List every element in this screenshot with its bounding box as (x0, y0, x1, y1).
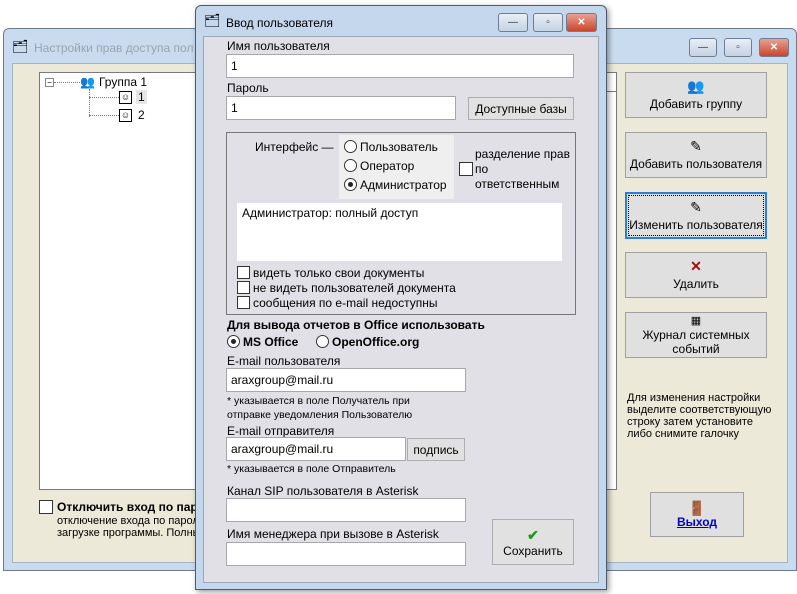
password-label: Пароль (227, 81, 269, 95)
radio-administrator[interactable]: Администратор (344, 178, 447, 192)
interface-label: Интерфейс — (255, 140, 334, 154)
disable-login-label: Отключить вход по паро (57, 500, 206, 514)
edit-user-button[interactable]: ✎ Изменить пользователя (625, 192, 767, 239)
manager-label: Имя менеджера при вызове в Asterisk (227, 527, 439, 541)
email-sender-note: * указывается в поле Отправитель (227, 463, 396, 475)
add-group-button[interactable]: 👥 Добавить группу (625, 72, 767, 118)
disable-login-desc: загрузке программы. Полны (57, 527, 201, 539)
email-user-input[interactable]: araxgroup@mail.ru (226, 368, 466, 392)
interface-group: Интерфейс — Пользователь Оператор Админи… (226, 132, 576, 315)
user-icon: ☺ (119, 90, 132, 104)
user-icon: ☺ (119, 108, 132, 122)
group-icon: 👥 (687, 78, 705, 94)
user-input-dialog: 🗂 Ввод пользователя — ▫ ✕ Имя пользовате… (195, 5, 607, 590)
disable-login-desc: отключение входа по паролк (57, 515, 204, 527)
split-rights-checkbox[interactable] (459, 162, 473, 176)
check-email-unavailable[interactable]: сообщения по e-mail недоступны (237, 296, 438, 310)
close-button[interactable]: ✕ (566, 13, 597, 32)
user-edit-icon: ✎ (690, 138, 702, 154)
signature-button[interactable]: подпись (407, 438, 465, 461)
hint-text: Для изменения настройки выделите соответ… (627, 392, 772, 440)
dialog-client: Имя пользователя 1 Пароль 1 Доступные ба… (203, 36, 599, 583)
available-databases-button[interactable]: Доступные базы (468, 97, 574, 120)
email-user-note: * указывается в поле Получатель при (227, 395, 410, 407)
radio-user[interactable]: Пользователь (344, 140, 438, 154)
window-icon: 🗂 (12, 39, 29, 54)
check-hide-document-users[interactable]: не видеть пользователей документа (237, 281, 456, 295)
user-edit-icon: ✎ (690, 198, 702, 215)
close-button[interactable]: ✕ (759, 38, 789, 57)
maximize-button[interactable]: ▫ (724, 38, 752, 57)
email-user-label: E-mail пользователя (227, 354, 341, 368)
email-user-note: отправке уведомления Пользователю (227, 409, 413, 421)
table-icon: ▦ (690, 315, 702, 327)
window-icon: 🗂 (204, 13, 221, 28)
journal-button[interactable]: ▦ Журнал системных событий (625, 312, 767, 358)
save-button[interactable]: ✔ Сохранить (492, 519, 574, 565)
exit-door-icon: 🚪 (688, 499, 706, 516)
email-sender-input[interactable]: araxgroup@mail.ru (226, 437, 406, 461)
window-title: Настройки прав доступа пол (34, 41, 194, 55)
tree-item-group[interactable]: 👥 Группа 1 (80, 75, 147, 89)
minimize-button[interactable]: — (689, 38, 717, 57)
radio-ms-office[interactable]: MS Office (227, 335, 298, 349)
username-label: Имя пользователя (227, 39, 330, 53)
radio-operator[interactable]: Оператор (344, 159, 414, 173)
split-rights-label: разделение прав по ответственным (475, 147, 570, 191)
group-icon: 👥 (80, 75, 95, 89)
delete-x-icon: ✕ (690, 258, 702, 274)
manager-input[interactable] (226, 542, 466, 566)
add-user-button[interactable]: ✎ Добавить пользователя (625, 132, 767, 178)
sip-input[interactable] (226, 498, 466, 522)
email-sender-label: E-mail отправителя (227, 424, 335, 438)
password-input[interactable]: 1 (226, 96, 456, 120)
tree-item-user[interactable]: ☺ 2 (119, 108, 147, 122)
interface-description: Администратор: полный доступ (237, 203, 562, 261)
check-own-documents[interactable]: видеть только свои документы (237, 266, 424, 280)
username-input[interactable]: 1 (226, 54, 574, 78)
interface-radio-group: Пользователь Оператор Администратор (339, 135, 454, 199)
office-label: Для вывода отчетов в Office использовать (227, 318, 485, 332)
dialog-title: Ввод пользователя (226, 16, 333, 30)
minimize-button[interactable]: — (498, 13, 528, 32)
disable-login-checkbox[interactable] (39, 500, 53, 514)
radio-openoffice[interactable]: OpenOffice.org (316, 335, 419, 349)
collapse-icon[interactable]: − (45, 78, 54, 87)
tree-item-user[interactable]: ☺ 1 (119, 90, 147, 104)
sip-label: Канал SIP пользователя в Asterisk (227, 484, 419, 498)
delete-button[interactable]: ✕ Удалить (625, 252, 767, 298)
checkmark-icon: ✔ (527, 526, 539, 543)
maximize-button[interactable]: ▫ (533, 13, 563, 32)
exit-button[interactable]: 🚪 Выход (650, 492, 744, 537)
